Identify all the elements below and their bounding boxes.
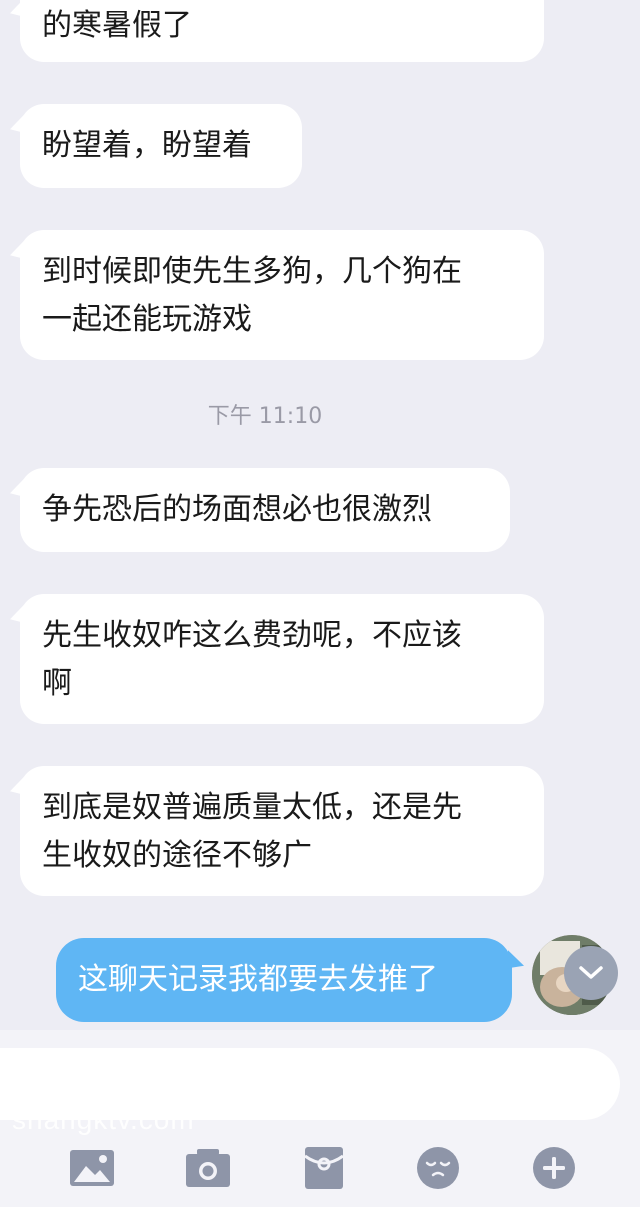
emoji-icon (417, 1147, 459, 1189)
message-bubble[interactable]: 争先恐后的场面想必也很激烈 (20, 468, 510, 552)
message-text: 到时候即使先生多狗，几个狗在 (42, 254, 462, 289)
message-bubble[interactable]: 到时候即使先生多狗，几个狗在 一起还能玩游戏 (20, 230, 544, 360)
message-bubble-outgoing[interactable]: 这聊天记录我都要去发推了 (56, 938, 512, 1022)
message-text: 生收奴的途径不够广 (42, 838, 312, 873)
camera-icon (186, 1149, 230, 1187)
message-text: 争先恐后的场面想必也很激烈 (42, 492, 432, 527)
toolbar-red-packet-button[interactable] (294, 1138, 354, 1198)
message-bubble[interactable]: 的寒暑假了 (20, 0, 544, 62)
toolbar-plus-button[interactable] (524, 1138, 584, 1198)
toolbar-emoji-button[interactable] (408, 1138, 468, 1198)
message-text: 的寒暑假了 (42, 8, 192, 43)
red-packet-icon (304, 1147, 344, 1189)
message-text: 啊 (42, 666, 72, 701)
scroll-to-bottom-button[interactable] (564, 946, 618, 1000)
message-bubble[interactable]: 到底是奴普遍质量太低，还是先 生收奴的途径不够广 (20, 766, 544, 896)
chat-area[interactable]: 的寒暑假了 盼望着，盼望着 到时候即使先生多狗，几个狗在 一起还能玩游戏 下午 … (0, 0, 640, 1030)
timestamp: 下午 11:10 (207, 404, 323, 429)
watermark: shangktv.com (12, 1104, 195, 1135)
message-text: 先生收奴咋这么费劲呢，不应该 (42, 618, 462, 653)
message-text: 盼望着，盼望着 (42, 128, 252, 163)
message-text: 到底是奴普遍质量太低，还是先 (42, 790, 462, 825)
toolbar (0, 1138, 640, 1198)
message-bubble[interactable]: 盼望着，盼望着 (20, 104, 302, 188)
toolbar-camera-button[interactable] (178, 1138, 238, 1198)
image-icon (70, 1150, 114, 1186)
input-panel: shangktv.com (0, 1030, 640, 1207)
message-text: 这聊天记录我都要去发推了 (78, 962, 438, 997)
chevron-down-icon (579, 966, 603, 979)
message-bubble[interactable]: 先生收奴咋这么费劲呢，不应该 啊 (20, 594, 544, 724)
plus-icon (533, 1147, 575, 1189)
message-text: 一起还能玩游戏 (42, 302, 252, 337)
toolbar-image-button[interactable] (62, 1138, 122, 1198)
